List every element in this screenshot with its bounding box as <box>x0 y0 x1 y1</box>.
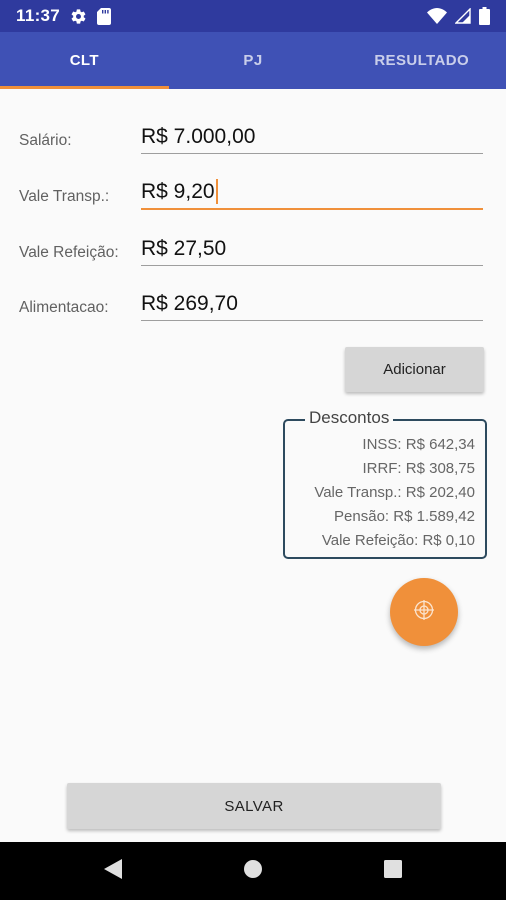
fab-button[interactable] <box>390 578 458 646</box>
tab-clt[interactable]: CLT <box>0 32 169 89</box>
salario-label: Salário: <box>19 132 72 149</box>
salario-row: Salário: R$ 7.000,00 <box>0 108 506 154</box>
desconto-vale-refeicao: Vale Refeição: R$ 0,10 <box>321 532 475 549</box>
text-cursor <box>215 179 218 204</box>
desconto-inss: INSS: R$ 642,34 <box>362 436 475 453</box>
crosshair-icon <box>413 599 435 626</box>
vale-transp-field[interactable]: R$ 9,20 <box>141 168 483 210</box>
battery-icon <box>479 7 490 25</box>
alimentacao-label: Alimentacao: <box>19 299 109 316</box>
gear-icon <box>70 8 87 25</box>
vale-refeicao-label: Vale Refeição: <box>19 244 119 261</box>
salario-field[interactable]: R$ 7.000,00 <box>141 112 483 154</box>
home-icon <box>243 859 263 884</box>
vale-transp-value: R$ 9,20 <box>141 180 215 203</box>
tab-pj[interactable]: PJ <box>169 32 338 89</box>
desconto-pensao: Pensão: R$ 1.589,42 <box>334 508 475 525</box>
descontos-box: Descontos INSS: R$ 642,34 IRRF: R$ 308,7… <box>283 408 487 559</box>
sd-card-icon <box>97 7 112 25</box>
back-button[interactable] <box>83 842 143 900</box>
desconto-irrf: IRRF: R$ 308,75 <box>362 460 475 477</box>
back-icon <box>103 858 123 885</box>
wifi-icon <box>427 8 447 24</box>
tab-bar: CLT PJ RESULTADO <box>0 32 506 89</box>
home-button[interactable] <box>223 842 283 900</box>
descontos-title: Descontos <box>305 408 394 428</box>
salario-value: R$ 7.000,00 <box>141 125 256 148</box>
alimentacao-field[interactable]: R$ 269,70 <box>141 279 483 321</box>
status-bar: 11:37 <box>0 0 506 32</box>
vale-refeicao-row: Vale Refeição: R$ 27,50 <box>0 220 506 266</box>
signal-icon <box>455 8 471 24</box>
recents-button[interactable] <box>363 842 423 900</box>
desconto-vale-transp: Vale Transp.: R$ 202,40 <box>314 484 475 501</box>
vale-transp-row: Vale Transp.: R$ 9,20 <box>0 164 506 210</box>
recents-icon <box>384 859 402 883</box>
navigation-bar <box>0 842 506 900</box>
alimentacao-row: Alimentacao: R$ 269,70 <box>0 275 506 321</box>
alimentacao-value: R$ 269,70 <box>141 292 238 315</box>
salvar-button[interactable]: SALVAR <box>67 783 441 829</box>
status-time: 11:37 <box>16 6 61 25</box>
adicionar-button[interactable]: Adicionar <box>345 347 484 392</box>
vale-transp-label: Vale Transp.: <box>19 188 110 205</box>
vale-refeicao-field[interactable]: R$ 27,50 <box>141 224 483 266</box>
descontos-list: INSS: R$ 642,34 IRRF: R$ 308,75 Vale Tra… <box>314 433 475 553</box>
tab-resultado[interactable]: RESULTADO <box>337 32 506 89</box>
vale-refeicao-value: R$ 27,50 <box>141 237 227 260</box>
